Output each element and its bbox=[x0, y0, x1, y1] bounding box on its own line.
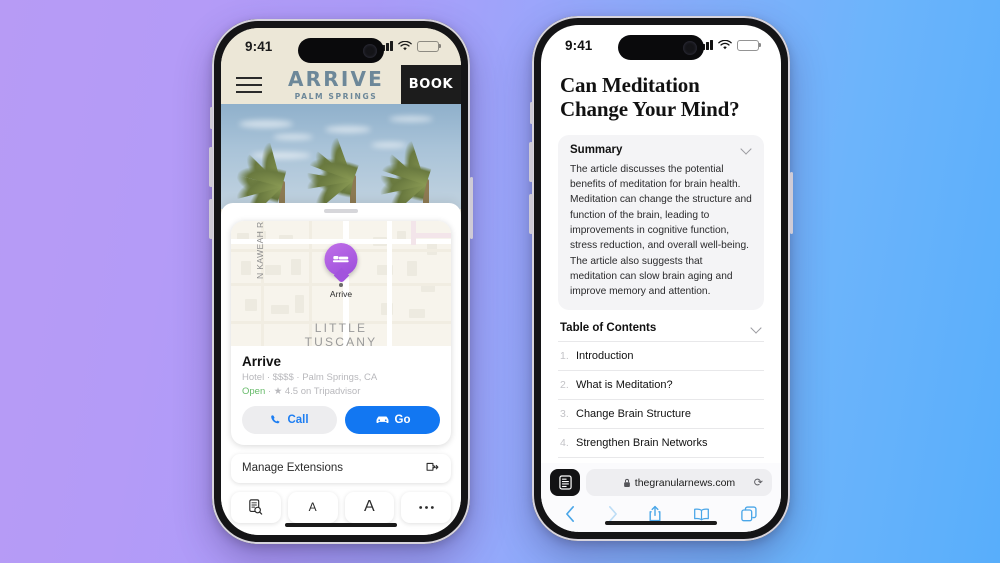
toc-label: Change Brain Structure bbox=[576, 408, 691, 421]
toc-number: 2. bbox=[560, 379, 569, 392]
more-options-icon[interactable] bbox=[401, 491, 451, 523]
place-card: N KAWEAH RD Arrive LITTLE TUSCANY Arrive… bbox=[231, 220, 451, 445]
chevron-left-icon bbox=[566, 505, 575, 523]
place-actions: Call Go bbox=[231, 397, 451, 445]
bottom-sheet: N KAWEAH RD Arrive LITTLE TUSCANY Arrive… bbox=[221, 202, 461, 535]
right-phone-screen: 9:41 Can Meditation Change Your Mind? Su… bbox=[541, 25, 781, 532]
wifi-icon bbox=[398, 40, 412, 51]
volume-down-button[interactable] bbox=[529, 194, 533, 234]
manage-extensions-row[interactable]: Manage Extensions bbox=[231, 453, 451, 483]
home-indicator[interactable] bbox=[285, 522, 397, 527]
power-button[interactable] bbox=[469, 177, 473, 239]
home-indicator[interactable] bbox=[605, 520, 717, 525]
tabs-icon bbox=[740, 506, 757, 522]
silent-switch[interactable] bbox=[209, 107, 213, 129]
toc-header[interactable]: Table of Contents bbox=[558, 322, 764, 341]
toc-number: 4. bbox=[560, 437, 569, 450]
toc-label: Introduction bbox=[576, 350, 634, 363]
toc-item-what-is-meditation[interactable]: 2. What is Meditation? bbox=[558, 370, 764, 399]
bed-icon[interactable] bbox=[324, 242, 358, 276]
pin-anchor-dot bbox=[339, 282, 343, 287]
place-meta: Hotel · $$$$ · Palm Springs, CA bbox=[242, 371, 378, 383]
chevron-down-icon[interactable] bbox=[741, 144, 752, 155]
sheet-grabber[interactable] bbox=[324, 208, 358, 213]
battery-icon bbox=[417, 40, 439, 52]
toc-label: Strengthen Brain Networks bbox=[576, 437, 708, 450]
power-button[interactable] bbox=[789, 172, 793, 234]
toc-item-introduction[interactable]: 1. Introduction bbox=[558, 341, 764, 370]
place-name: Arrive bbox=[242, 353, 282, 369]
reload-icon[interactable]: ⟳ bbox=[754, 476, 763, 489]
battery-icon bbox=[737, 39, 759, 51]
article-title: Can Meditation Change Your Mind? bbox=[560, 73, 740, 122]
lock-icon bbox=[623, 478, 630, 487]
go-label: Go bbox=[394, 413, 411, 426]
reader-mode-icon[interactable] bbox=[550, 469, 580, 496]
call-button[interactable]: Call bbox=[242, 405, 337, 434]
tabs-button[interactable] bbox=[740, 506, 757, 522]
phone-icon bbox=[271, 414, 280, 423]
toc-item-strengthen-brain-networks[interactable]: 4. Strengthen Brain Networks bbox=[558, 428, 764, 457]
volume-down-button[interactable] bbox=[209, 199, 213, 239]
rating-text: · ★ 4.5 on Tripadvisor bbox=[267, 385, 361, 397]
increase-text-size-button[interactable]: A bbox=[344, 491, 395, 523]
site-brand: ARRIVE PALM SPRINGS bbox=[277, 65, 401, 105]
status-time: 9:41 bbox=[245, 38, 273, 54]
volume-up-button[interactable] bbox=[209, 147, 213, 187]
place-info: Arrive Hotel · $$$$ · Palm Springs, CA O… bbox=[231, 346, 451, 397]
go-button[interactable]: Go bbox=[345, 405, 440, 434]
toc-number: 1. bbox=[560, 350, 569, 363]
car-icon bbox=[376, 416, 388, 423]
hamburger-menu-icon[interactable] bbox=[221, 65, 277, 105]
neighborhood-label: LITTLE TUSCANY bbox=[304, 320, 378, 346]
status-time: 9:41 bbox=[565, 37, 593, 53]
url-row: thegranularnews.com ⟳ bbox=[550, 469, 772, 496]
toc-label: What is Meditation? bbox=[576, 379, 673, 392]
back-button[interactable] bbox=[565, 505, 576, 523]
status-indicators bbox=[378, 40, 439, 52]
summary-panel: Summary The article discusses the potent… bbox=[558, 134, 764, 311]
reader-toolbar: A A bbox=[231, 491, 451, 523]
toc-number: 3. bbox=[560, 408, 569, 421]
chevron-down-icon[interactable] bbox=[751, 323, 762, 334]
book-icon bbox=[694, 507, 710, 520]
palm-trees-hero-image bbox=[221, 104, 461, 209]
map-view[interactable]: N KAWEAH RD Arrive LITTLE TUSCANY bbox=[231, 220, 451, 346]
neighborhood-line-2: TUSCANY bbox=[304, 334, 378, 346]
bookmarks-button[interactable] bbox=[693, 507, 710, 522]
place-status: Open · ★ 4.5 on Tripadvisor bbox=[242, 386, 440, 397]
street-label: N KAWEAH RD bbox=[255, 220, 265, 279]
dynamic-island bbox=[298, 38, 384, 63]
toc-title: Table of Contents bbox=[560, 322, 657, 335]
book-button[interactable]: BOOK bbox=[401, 64, 461, 105]
wifi-icon bbox=[718, 39, 732, 49]
left-phone-device: 9:41 ARRIVE PALM SPRINGS BOOK N KAWEAH R… bbox=[209, 19, 473, 544]
open-status: Open bbox=[242, 385, 266, 397]
reader-find-icon[interactable] bbox=[231, 491, 281, 523]
status-indicators bbox=[698, 39, 759, 51]
dynamic-island bbox=[618, 35, 704, 60]
safari-nav-row bbox=[550, 496, 772, 532]
manage-extensions-label: Manage Extensions bbox=[242, 462, 344, 474]
call-label: Call bbox=[287, 413, 309, 426]
right-phone-device: 9:41 Can Meditation Change Your Mind? Su… bbox=[529, 16, 793, 541]
neighborhood-line-1: LITTLE bbox=[314, 320, 368, 335]
volume-up-button[interactable] bbox=[529, 142, 533, 182]
hotel-site-header: ARRIVE PALM SPRINGS BOOK bbox=[221, 64, 461, 105]
summary-header[interactable]: Summary bbox=[570, 144, 752, 156]
summary-text: The article discusses the potential bene… bbox=[570, 163, 752, 298]
address-bar[interactable]: thegranularnews.com ⟳ bbox=[586, 469, 772, 496]
silent-switch[interactable] bbox=[529, 102, 533, 124]
decrease-text-size-button[interactable]: A bbox=[287, 491, 338, 523]
brand-subtitle: PALM SPRINGS bbox=[294, 91, 378, 101]
pin-label: Arrive bbox=[329, 288, 353, 299]
palm-tree bbox=[377, 140, 461, 209]
brand-name: ARRIVE bbox=[287, 66, 385, 91]
left-phone-screen: 9:41 ARRIVE PALM SPRINGS BOOK N KAWEAH R… bbox=[221, 28, 461, 535]
extension-puzzle-icon bbox=[426, 462, 439, 471]
url-text: thegranularnews.com bbox=[634, 476, 736, 489]
toc-item-change-brain-structure[interactable]: 3. Change Brain Structure bbox=[558, 399, 764, 428]
summary-title: Summary bbox=[570, 143, 623, 156]
